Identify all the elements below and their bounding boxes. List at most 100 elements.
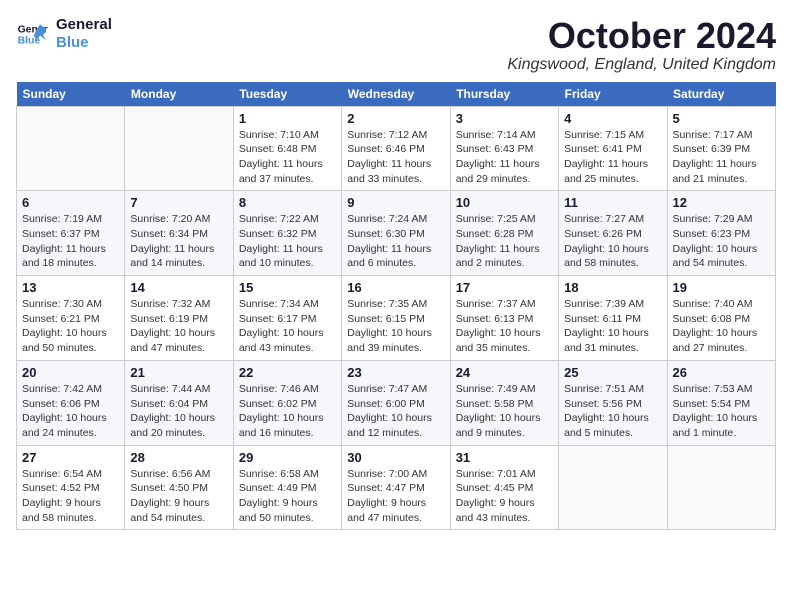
day-number: 22 (239, 365, 336, 380)
calendar-cell: 23 Sunrise: 7:47 AM Sunset: 6:00 PM Dayli… (342, 360, 450, 445)
logo: General Blue General Blue (16, 16, 112, 52)
day-number: 25 (564, 365, 661, 380)
day-number: 31 (456, 450, 553, 465)
calendar-cell: 10 Sunrise: 7:25 AM Sunset: 6:28 PM Dayli… (450, 191, 558, 276)
day-number: 26 (673, 365, 770, 380)
calendar-cell: 2Sunrise: 7:12 AM Sunset: 6:46 PM Daylig… (342, 106, 450, 191)
calendar-cell: 8Sunrise: 7:22 AM Sunset: 6:32 PM Daylig… (233, 191, 341, 276)
day-detail: Sunrise: 6:56 AM Sunset: 4:50 PM Dayligh… (130, 467, 227, 526)
weekday-header: Monday (125, 82, 233, 107)
day-number: 6 (22, 195, 119, 210)
day-number: 23 (347, 365, 444, 380)
weekday-header: Friday (559, 82, 667, 107)
day-number: 21 (130, 365, 227, 380)
calendar-cell: 4 Sunrise: 7:15 AM Sunset: 6:41 PM Daylig… (559, 106, 667, 191)
weekday-header: Thursday (450, 82, 558, 107)
day-number: 13 (22, 280, 119, 295)
day-number: 3 (456, 111, 553, 126)
day-detail: Sunrise: 7:53 AM Sunset: 5:54 PM Dayligh… (673, 382, 770, 441)
calendar-cell: 11 Sunrise: 7:27 AM Sunset: 6:26 PM Dayli… (559, 191, 667, 276)
weekday-header: Tuesday (233, 82, 341, 107)
day-detail: Sunrise: 7:15 AM Sunset: 6:41 PM Dayligh… (564, 128, 661, 187)
day-detail: Sunrise: 7:34 AM Sunset: 6:17 PM Dayligh… (239, 297, 336, 356)
page-header: General Blue General Blue October 2024 K… (16, 16, 776, 74)
day-number: 28 (130, 450, 227, 465)
day-number: 4 (564, 111, 661, 126)
day-detail: Sunrise: 6:58 AM Sunset: 4:49 PM Dayligh… (239, 467, 336, 526)
calendar-table: SundayMondayTuesdayWednesdayThursdayFrid… (16, 82, 776, 531)
day-detail: Sunrise: 7:37 AM Sunset: 6:13 PM Dayligh… (456, 297, 553, 356)
day-detail: Sunrise: 7:42 AM Sunset: 6:06 PM Dayligh… (22, 382, 119, 441)
calendar-cell: 24 Sunrise: 7:49 AM Sunset: 5:58 PM Dayli… (450, 360, 558, 445)
day-number: 5 (673, 111, 770, 126)
logo-line2: Blue (56, 34, 112, 52)
day-detail: Sunrise: 7:49 AM Sunset: 5:58 PM Dayligh… (456, 382, 553, 441)
day-detail: Sunrise: 7:39 AM Sunset: 6:11 PM Dayligh… (564, 297, 661, 356)
calendar-cell: 1 Sunrise: 7:10 AM Sunset: 6:48 PM Daylig… (233, 106, 341, 191)
day-number: 20 (22, 365, 119, 380)
calendar-cell: 15 Sunrise: 7:34 AM Sunset: 6:17 PM Dayli… (233, 276, 341, 361)
day-number: 9 (347, 195, 444, 210)
calendar-cell: 13 Sunrise: 7:30 AM Sunset: 6:21 PM Dayli… (17, 276, 125, 361)
calendar-cell: 16 Sunrise: 7:35 AM Sunset: 6:15 PM Dayli… (342, 276, 450, 361)
day-detail: Sunrise: 7:32 AM Sunset: 6:19 PM Dayligh… (130, 297, 227, 356)
day-number: 16 (347, 280, 444, 295)
day-number: 17 (456, 280, 553, 295)
calendar-cell: 30Sunrise: 7:00 AM Sunset: 4:47 PM Dayli… (342, 445, 450, 530)
day-detail: Sunrise: 7:46 AM Sunset: 6:02 PM Dayligh… (239, 382, 336, 441)
calendar-cell: 5 Sunrise: 7:17 AM Sunset: 6:39 PM Daylig… (667, 106, 775, 191)
weekday-header: Saturday (667, 82, 775, 107)
calendar-cell: 7 Sunrise: 7:20 AM Sunset: 6:34 PM Daylig… (125, 191, 233, 276)
calendar-cell: 3 Sunrise: 7:14 AM Sunset: 6:43 PM Daylig… (450, 106, 558, 191)
day-number: 10 (456, 195, 553, 210)
logo-line1: General (56, 16, 112, 34)
logo-icon: General Blue (16, 18, 48, 50)
day-number: 29 (239, 450, 336, 465)
day-number: 19 (673, 280, 770, 295)
day-detail: Sunrise: 7:35 AM Sunset: 6:15 PM Dayligh… (347, 297, 444, 356)
day-number: 30 (347, 450, 444, 465)
calendar-week: 13 Sunrise: 7:30 AM Sunset: 6:21 PM Dayli… (17, 276, 776, 361)
day-detail: Sunrise: 7:24 AM Sunset: 6:30 PM Dayligh… (347, 212, 444, 271)
calendar-cell: 21 Sunrise: 7:44 AM Sunset: 6:04 PM Dayli… (125, 360, 233, 445)
calendar-cell: 12Sunrise: 7:29 AM Sunset: 6:23 PM Dayli… (667, 191, 775, 276)
day-number: 1 (239, 111, 336, 126)
day-detail: Sunrise: 6:54 AM Sunset: 4:52 PM Dayligh… (22, 467, 119, 526)
calendar-cell: 27Sunrise: 6:54 AM Sunset: 4:52 PM Dayli… (17, 445, 125, 530)
day-detail: Sunrise: 7:30 AM Sunset: 6:21 PM Dayligh… (22, 297, 119, 356)
day-detail: Sunrise: 7:29 AM Sunset: 6:23 PM Dayligh… (673, 212, 770, 271)
calendar-cell: 14Sunrise: 7:32 AM Sunset: 6:19 PM Dayli… (125, 276, 233, 361)
header-row: SundayMondayTuesdayWednesdayThursdayFrid… (17, 82, 776, 107)
day-detail: Sunrise: 7:19 AM Sunset: 6:37 PM Dayligh… (22, 212, 119, 271)
day-detail: Sunrise: 7:27 AM Sunset: 6:26 PM Dayligh… (564, 212, 661, 271)
calendar-cell: 25Sunrise: 7:51 AM Sunset: 5:56 PM Dayli… (559, 360, 667, 445)
calendar-week: 27Sunrise: 6:54 AM Sunset: 4:52 PM Dayli… (17, 445, 776, 530)
calendar-cell: 19 Sunrise: 7:40 AM Sunset: 6:08 PM Dayli… (667, 276, 775, 361)
day-number: 24 (456, 365, 553, 380)
calendar-cell (559, 445, 667, 530)
day-detail: Sunrise: 7:25 AM Sunset: 6:28 PM Dayligh… (456, 212, 553, 271)
calendar-cell: 20 Sunrise: 7:42 AM Sunset: 6:06 PM Dayli… (17, 360, 125, 445)
day-detail: Sunrise: 7:22 AM Sunset: 6:32 PM Dayligh… (239, 212, 336, 271)
calendar-cell: 22 Sunrise: 7:46 AM Sunset: 6:02 PM Dayli… (233, 360, 341, 445)
calendar-cell: 26 Sunrise: 7:53 AM Sunset: 5:54 PM Dayli… (667, 360, 775, 445)
day-detail: Sunrise: 7:17 AM Sunset: 6:39 PM Dayligh… (673, 128, 770, 187)
calendar-week: 1 Sunrise: 7:10 AM Sunset: 6:48 PM Daylig… (17, 106, 776, 191)
day-detail: Sunrise: 7:44 AM Sunset: 6:04 PM Dayligh… (130, 382, 227, 441)
day-number: 15 (239, 280, 336, 295)
day-detail: Sunrise: 7:20 AM Sunset: 6:34 PM Dayligh… (130, 212, 227, 271)
calendar-cell: 29 Sunrise: 6:58 AM Sunset: 4:49 PM Dayli… (233, 445, 341, 530)
day-number: 7 (130, 195, 227, 210)
weekday-header: Wednesday (342, 82, 450, 107)
day-detail: Sunrise: 7:14 AM Sunset: 6:43 PM Dayligh… (456, 128, 553, 187)
day-detail: Sunrise: 7:01 AM Sunset: 4:45 PM Dayligh… (456, 467, 553, 526)
day-number: 11 (564, 195, 661, 210)
day-detail: Sunrise: 7:40 AM Sunset: 6:08 PM Dayligh… (673, 297, 770, 356)
calendar-cell (17, 106, 125, 191)
location: Kingswood, England, United Kingdom (507, 56, 776, 74)
calendar-week: 20 Sunrise: 7:42 AM Sunset: 6:06 PM Dayli… (17, 360, 776, 445)
day-detail: Sunrise: 7:12 AM Sunset: 6:46 PM Dayligh… (347, 128, 444, 187)
calendar-cell: 31 Sunrise: 7:01 AM Sunset: 4:45 PM Dayli… (450, 445, 558, 530)
day-detail: Sunrise: 7:10 AM Sunset: 6:48 PM Dayligh… (239, 128, 336, 187)
day-detail: Sunrise: 7:47 AM Sunset: 6:00 PM Dayligh… (347, 382, 444, 441)
